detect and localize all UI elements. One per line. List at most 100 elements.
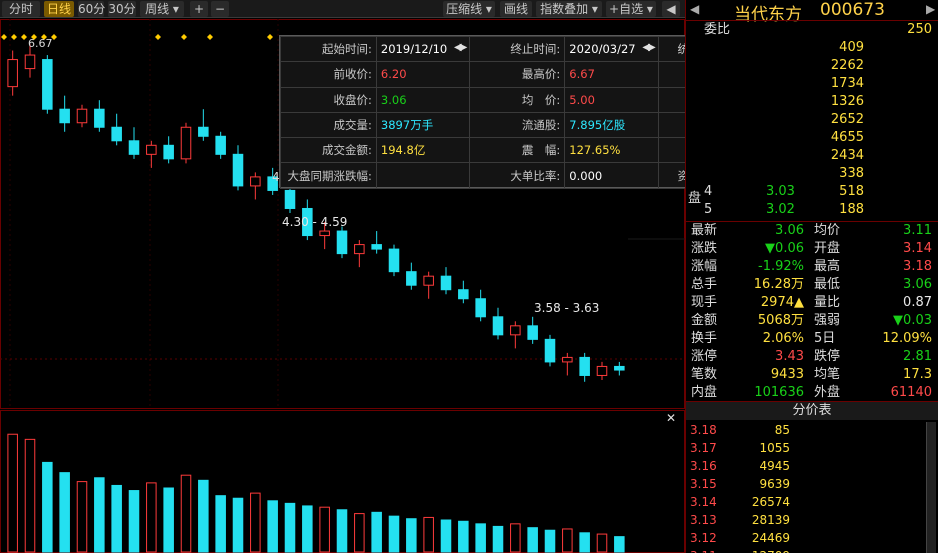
price-table-scrollbar[interactable] xyxy=(926,422,936,553)
candle-body[interactable] xyxy=(423,275,434,286)
candle-body[interactable] xyxy=(527,325,538,340)
volume-bar[interactable] xyxy=(562,528,573,553)
candle-body[interactable] xyxy=(319,230,330,237)
event-marker-icon[interactable] xyxy=(11,34,17,40)
candle-body[interactable] xyxy=(198,126,209,137)
candle-body[interactable] xyxy=(215,135,226,155)
candle-body[interactable] xyxy=(232,153,244,187)
volume-bar[interactable] xyxy=(354,513,365,553)
orderbook-row[interactable]: 1734 xyxy=(686,75,934,93)
volume-bar[interactable] xyxy=(544,529,556,553)
zoom-in-button[interactable]: + xyxy=(190,1,208,17)
close-volume-icon[interactable]: ✕ xyxy=(666,411,676,425)
volume-bar[interactable] xyxy=(475,523,486,553)
volume-bar[interactable] xyxy=(423,516,434,553)
candle-body[interactable] xyxy=(163,144,174,160)
candle-body[interactable] xyxy=(388,248,400,273)
candle-body[interactable] xyxy=(42,59,53,110)
candle-body[interactable] xyxy=(180,126,192,160)
volume-bar[interactable] xyxy=(146,482,157,553)
volume-bar[interactable] xyxy=(579,532,590,553)
date-adjust-icon[interactable]: ◀▶ xyxy=(454,42,467,53)
60min-button[interactable]: 60分 xyxy=(78,1,105,17)
zoom-out-button[interactable]: − xyxy=(211,1,229,17)
volume-bar[interactable] xyxy=(76,481,88,553)
volume-bar[interactable] xyxy=(302,505,313,553)
candle-body[interactable] xyxy=(562,356,573,363)
candle-body[interactable] xyxy=(596,365,608,376)
volume-bar[interactable] xyxy=(7,433,18,553)
candle-body[interactable] xyxy=(76,108,88,124)
event-marker-icon[interactable] xyxy=(155,34,161,40)
orderbook-row[interactable]: 4 3.03 518 xyxy=(686,183,934,201)
candle-body[interactable] xyxy=(371,244,382,250)
orderbook-row[interactable]: 338 xyxy=(686,165,934,183)
volume-bar[interactable] xyxy=(42,461,53,553)
volume-bar[interactable] xyxy=(232,497,244,553)
collapse-arrow-icon[interactable]: ◀ xyxy=(662,1,680,17)
candle-body[interactable] xyxy=(475,298,486,318)
period-dropdown[interactable]: 周线 ▾ xyxy=(140,1,184,17)
prev-stock-icon[interactable]: ◀ xyxy=(690,2,699,16)
candle-body[interactable] xyxy=(7,59,18,88)
add-watchlist-dropdown[interactable]: +自选 ▾ xyxy=(606,1,656,17)
timeshare-button[interactable]: 分时 xyxy=(2,1,40,17)
price-table-row[interactable]: 3.15 9639 xyxy=(686,475,924,493)
volume-bar[interactable] xyxy=(59,472,70,553)
event-marker-icon[interactable] xyxy=(181,34,187,40)
orderbook-row[interactable]: 409 xyxy=(686,39,934,57)
candle-body[interactable] xyxy=(354,244,365,255)
orderbook-row[interactable]: 委比 250 xyxy=(686,21,934,39)
candle-body[interactable] xyxy=(544,338,556,363)
event-marker-icon[interactable] xyxy=(21,34,27,40)
candle-body[interactable] xyxy=(94,108,105,128)
volume-bar[interactable] xyxy=(458,520,469,553)
orderbook-row[interactable]: 4655 xyxy=(686,129,934,147)
candle-body[interactable] xyxy=(492,316,504,336)
volume-bar[interactable] xyxy=(284,502,296,553)
candle-body[interactable] xyxy=(250,176,261,187)
price-table-header[interactable]: 分价表 xyxy=(686,402,938,420)
volume-bar[interactable] xyxy=(94,477,105,553)
volume-chart[interactable]: ✕ xyxy=(0,410,685,553)
orderbook-row[interactable]: 1326 xyxy=(686,93,934,111)
volume-bar[interactable] xyxy=(388,515,400,553)
candle-body[interactable] xyxy=(336,230,348,255)
orderbook-row[interactable]: 2652 xyxy=(686,111,934,129)
volume-bar[interactable] xyxy=(527,527,538,553)
event-marker-icon[interactable] xyxy=(267,34,273,40)
candle-body[interactable] xyxy=(24,54,36,70)
price-table-row[interactable]: 3.18 85 xyxy=(686,421,924,439)
candle-body[interactable] xyxy=(284,189,296,209)
volume-bar[interactable] xyxy=(24,438,36,553)
index-overlay-dropdown[interactable]: 指数叠加 ▾ xyxy=(536,1,602,17)
volume-bar[interactable] xyxy=(180,474,192,553)
volume-bar[interactable] xyxy=(614,536,625,553)
30min-button[interactable]: 30分 xyxy=(108,1,136,17)
event-marker-icon[interactable] xyxy=(1,34,7,40)
candle-body[interactable] xyxy=(614,365,625,371)
date-adjust-icon[interactable]: ◀▶ xyxy=(642,42,655,53)
volume-bar[interactable] xyxy=(371,511,382,553)
volume-bar[interactable] xyxy=(510,523,521,553)
candle-body[interactable] xyxy=(146,144,157,155)
candle-body[interactable] xyxy=(510,325,521,336)
volume-bar[interactable] xyxy=(267,500,278,553)
draw-line-button[interactable]: 画线 xyxy=(500,1,532,17)
volume-bar[interactable] xyxy=(440,519,452,553)
volume-bar[interactable] xyxy=(319,506,330,553)
volume-bar[interactable] xyxy=(163,487,174,553)
candle-body[interactable] xyxy=(59,108,70,124)
next-stock-icon[interactable]: ▶ xyxy=(926,2,935,16)
volume-bar[interactable] xyxy=(406,518,417,553)
volume-bar[interactable] xyxy=(250,492,261,553)
price-table-row[interactable]: 3.13 28139 xyxy=(686,511,924,529)
candle-body[interactable] xyxy=(579,356,590,376)
event-marker-icon[interactable] xyxy=(207,34,213,40)
volume-bar[interactable] xyxy=(215,495,226,553)
price-table-row[interactable]: 3.12 24469 xyxy=(686,529,924,547)
candle-body[interactable] xyxy=(111,126,122,142)
volume-bar[interactable] xyxy=(198,479,209,553)
volume-bar[interactable] xyxy=(111,484,122,553)
volume-bar[interactable] xyxy=(596,533,608,553)
